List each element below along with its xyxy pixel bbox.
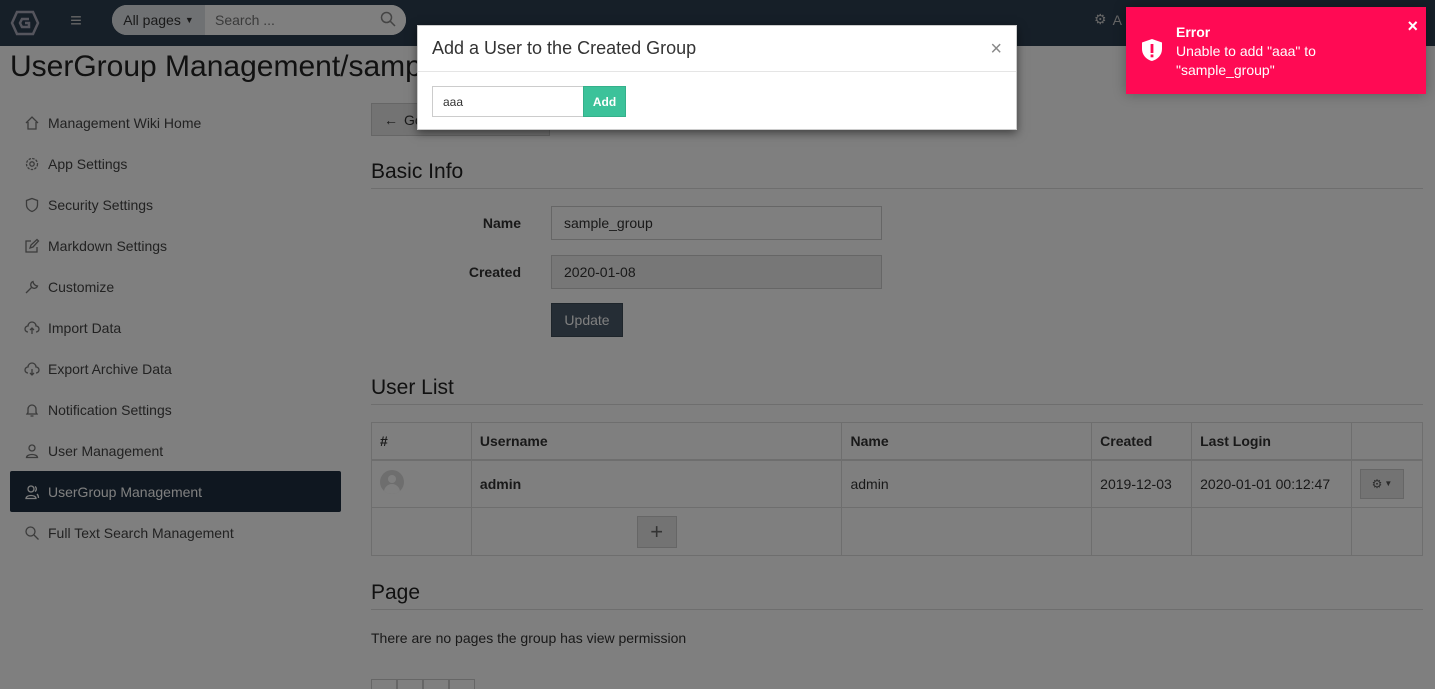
toast-message: Unable to add "aaa" to "sample_group"	[1176, 43, 1316, 78]
toast-title: Error	[1176, 24, 1211, 40]
modal-header: Add a User to the Created Group ×	[418, 26, 1016, 72]
modal-body: aaa Add	[418, 72, 1016, 131]
shield-alert-icon	[1142, 39, 1162, 61]
modal-close-button[interactable]: ×	[990, 39, 1002, 59]
error-toast: Error Unable to add "aaa" to "sample_gro…	[1126, 7, 1426, 94]
toast-close-button[interactable]: ×	[1407, 17, 1418, 35]
modal-title: Add a User to the Created Group	[432, 38, 697, 58]
username-search-input[interactable]: aaa	[432, 86, 583, 117]
add-user-modal: Add a User to the Created Group × aaa Ad…	[417, 25, 1017, 130]
modal-add-button[interactable]: Add	[583, 86, 626, 117]
